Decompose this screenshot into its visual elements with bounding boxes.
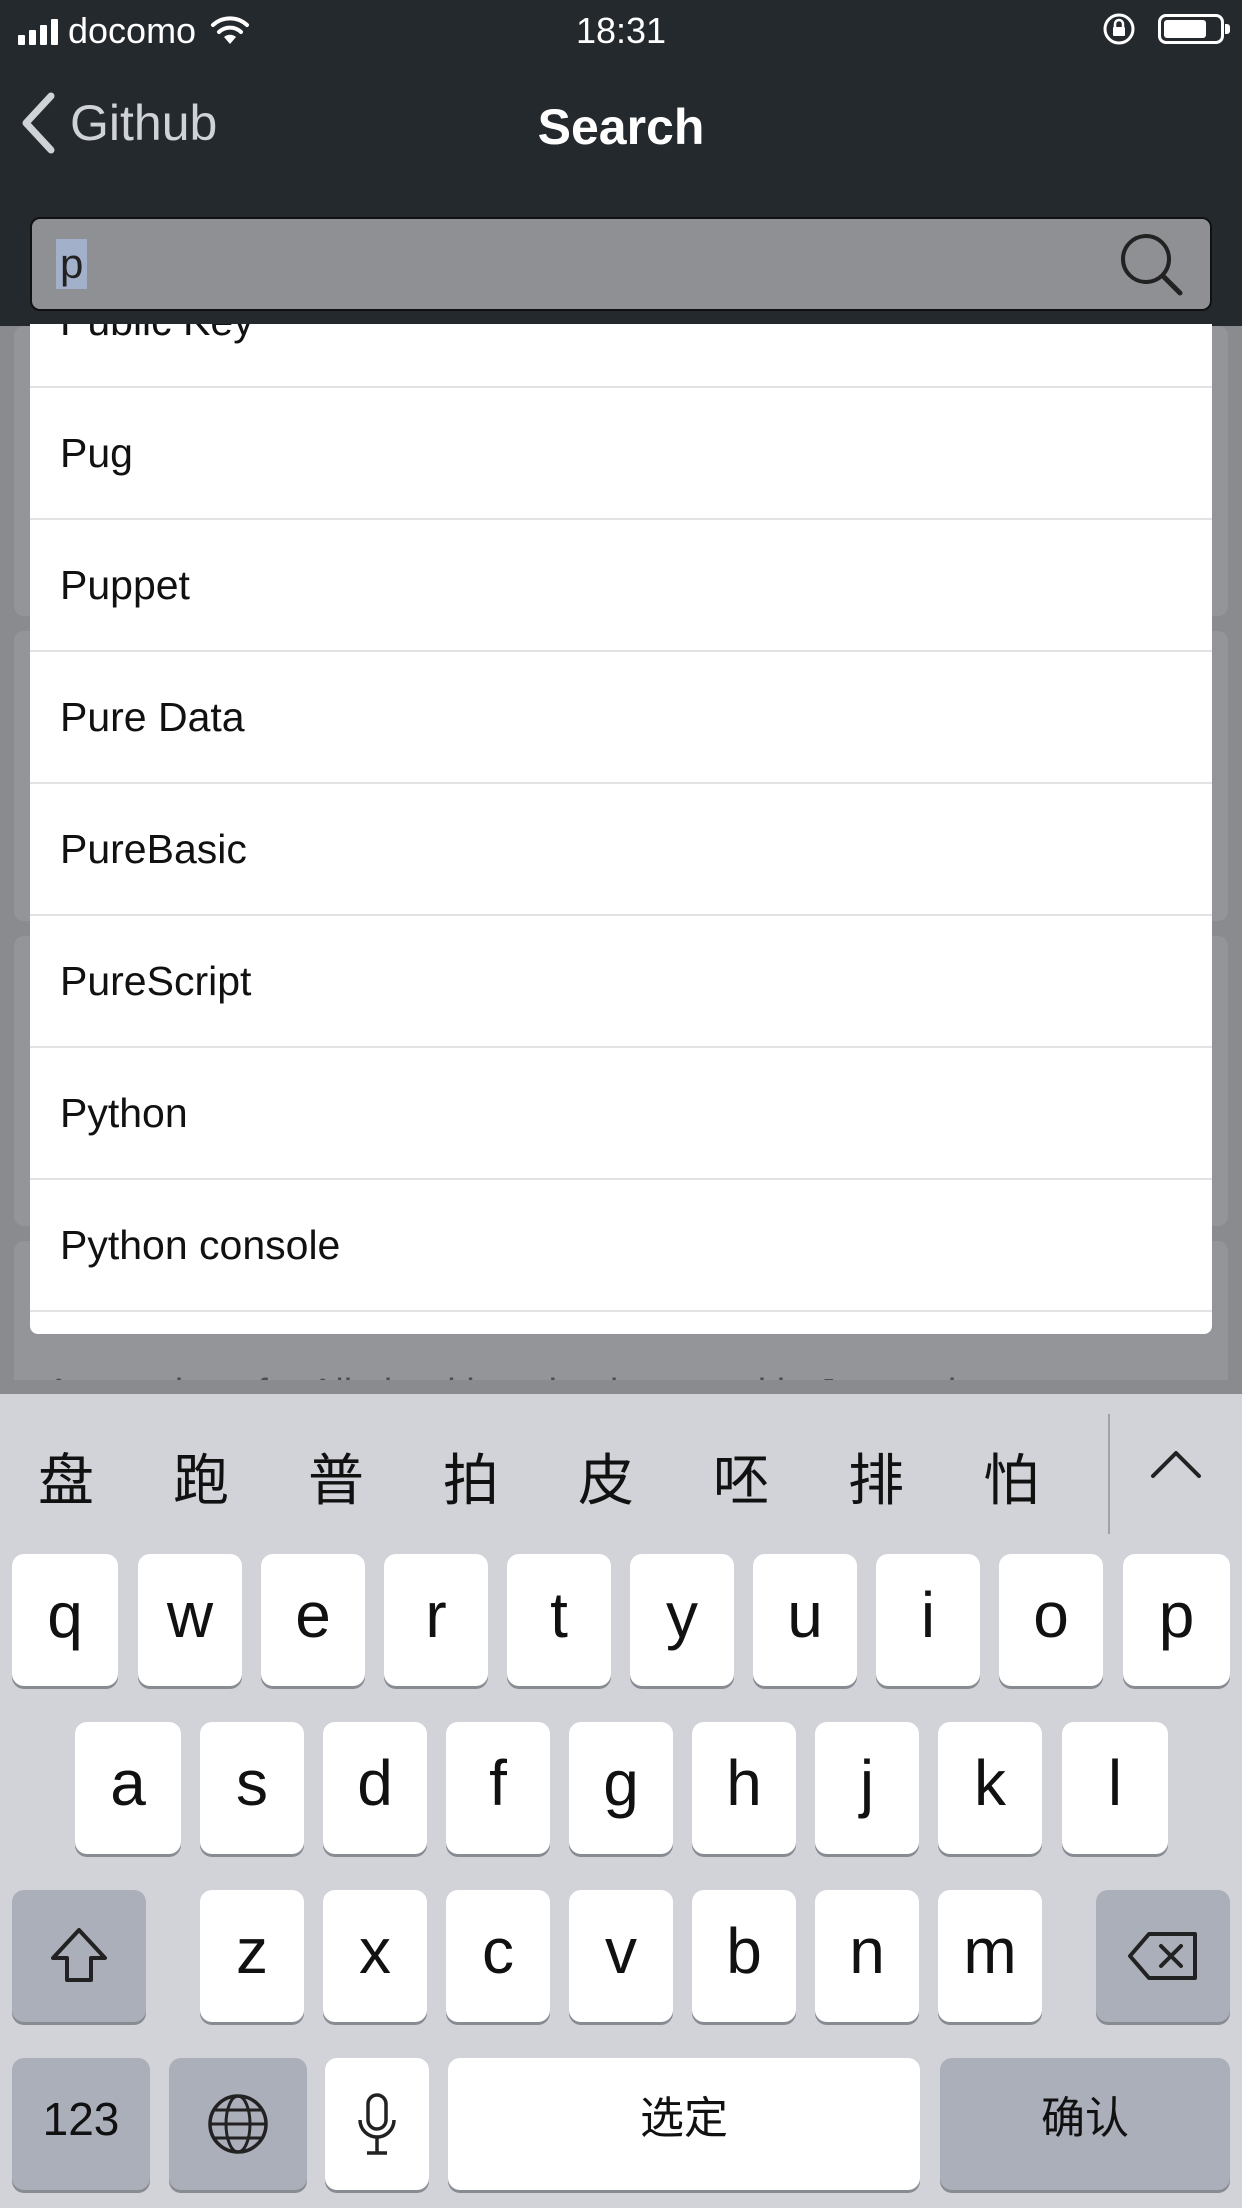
suggestion-item[interactable]: Pug xyxy=(30,388,1212,520)
candidate[interactable]: 普 xyxy=(286,1436,386,1517)
key-x[interactable]: x xyxy=(323,1890,427,2022)
candidate[interactable]: 拍 xyxy=(421,1436,521,1517)
key-label: q xyxy=(47,1579,83,1651)
search-input-value: p xyxy=(56,239,88,289)
suggestion-item[interactable]: PureScript xyxy=(30,916,1212,1048)
key-label: v xyxy=(605,1915,637,1987)
suggestion-item[interactable]: Pure Data xyxy=(30,652,1212,784)
candidate[interactable]: 跑 xyxy=(151,1436,251,1517)
key-n[interactable]: n xyxy=(815,1890,919,2022)
candidate[interactable]: 皮 xyxy=(556,1436,656,1517)
key-h[interactable]: h xyxy=(692,1722,796,1854)
candidate[interactable]: 呸 xyxy=(691,1436,791,1517)
key-label: h xyxy=(726,1747,762,1819)
key-label: 123 xyxy=(42,2093,120,2145)
candidate-bar: 盘 跑 普 拍 皮 呸 排 怕 xyxy=(0,1394,1242,1554)
key-i[interactable]: i xyxy=(876,1554,980,1686)
key-label: x xyxy=(359,1915,391,1987)
key-label: u xyxy=(787,1579,823,1651)
key-l[interactable]: l xyxy=(1062,1722,1168,1854)
key-d[interactable]: d xyxy=(323,1722,427,1854)
key-label: r xyxy=(425,1579,447,1651)
key-f[interactable]: f xyxy=(446,1722,550,1854)
search-input[interactable]: p xyxy=(30,217,1212,311)
key-label: o xyxy=(1033,1579,1069,1651)
return-key[interactable]: 确认 xyxy=(940,2058,1230,2190)
key-label: z xyxy=(236,1915,268,1987)
key-s[interactable]: s xyxy=(200,1722,304,1854)
key-label: k xyxy=(974,1747,1006,1819)
key-label: 选定 xyxy=(640,2093,728,2144)
key-label: s xyxy=(236,1747,268,1819)
status-bar: docomo 18:31 xyxy=(0,0,1242,62)
key-q[interactable]: q xyxy=(12,1554,118,1686)
key-a[interactable]: a xyxy=(75,1722,181,1854)
key-label: c xyxy=(482,1915,514,1987)
key-b[interactable]: b xyxy=(692,1890,796,2022)
key-y[interactable]: y xyxy=(630,1554,734,1686)
candidate[interactable]: 盘 xyxy=(16,1436,116,1517)
key-r[interactable]: r xyxy=(384,1554,488,1686)
key-w[interactable]: w xyxy=(138,1554,242,1686)
key-label: m xyxy=(963,1915,1017,1987)
key-label: b xyxy=(726,1915,762,1987)
battery-icon xyxy=(1158,14,1230,44)
key-label: l xyxy=(1107,1747,1123,1819)
key-label: y xyxy=(666,1579,698,1651)
shift-key[interactable] xyxy=(12,1890,146,2022)
delete-key[interactable] xyxy=(1096,1890,1230,2022)
globe-icon xyxy=(208,2094,268,2154)
suggestion-item[interactable]: Public Key xyxy=(30,324,1212,388)
key-label: j xyxy=(859,1747,875,1819)
key-label: 确认 xyxy=(1041,2093,1129,2144)
key-label: e xyxy=(295,1579,331,1651)
numbers-key[interactable]: 123 xyxy=(12,2058,150,2190)
chevron-up-icon[interactable] xyxy=(1150,1449,1202,1479)
suggestion-item[interactable]: Python xyxy=(30,1048,1212,1180)
key-label: p xyxy=(1158,1579,1195,1651)
suggestion-item[interactable]: Puppet xyxy=(30,520,1212,652)
key-label: w xyxy=(166,1579,214,1651)
key-c[interactable]: c xyxy=(446,1890,550,2022)
key-z[interactable]: z xyxy=(200,1890,304,2022)
key-u[interactable]: u xyxy=(753,1554,857,1686)
page-title: Search xyxy=(537,99,705,155)
key-m[interactable]: m xyxy=(938,1890,1042,2022)
key-g[interactable]: g xyxy=(569,1722,673,1854)
search-icon[interactable] xyxy=(1118,231,1184,297)
candidate[interactable]: 怕 xyxy=(961,1436,1061,1517)
key-t[interactable]: t xyxy=(507,1554,611,1686)
key-e[interactable]: e xyxy=(261,1554,365,1686)
status-right xyxy=(1102,12,1230,46)
key-o[interactable]: o xyxy=(999,1554,1103,1686)
key-k[interactable]: k xyxy=(938,1722,1042,1854)
overlay-strip xyxy=(0,1380,1242,1394)
orientation-lock-icon xyxy=(1103,13,1135,45)
navigation-bar: Github Search xyxy=(0,62,1242,190)
space-key[interactable]: 选定 xyxy=(448,2058,920,2190)
candidate[interactable]: 排 xyxy=(826,1436,926,1517)
candidate-divider xyxy=(1108,1414,1110,1534)
key-label: d xyxy=(357,1747,393,1819)
shift-icon xyxy=(51,1928,107,1982)
key-label: a xyxy=(110,1747,146,1819)
keyboard: 盘 跑 普 拍 皮 呸 排 怕 q w e r t y u i o p a s … xyxy=(0,1394,1242,2208)
key-label: t xyxy=(550,1579,568,1651)
key-label: f xyxy=(489,1747,507,1819)
key-v[interactable]: v xyxy=(569,1890,673,2022)
clock: 18:31 xyxy=(575,10,667,51)
key-j[interactable]: j xyxy=(815,1722,919,1854)
key-label: n xyxy=(849,1915,885,1987)
key-label: i xyxy=(920,1579,936,1651)
microphone-key[interactable] xyxy=(325,2058,429,2190)
suggestion-item[interactable]: Python console xyxy=(30,1180,1212,1312)
key-label: g xyxy=(603,1747,639,1819)
delete-icon xyxy=(1128,1932,1197,1980)
suggestion-item[interactable]: PureBasic xyxy=(30,784,1212,916)
globe-key[interactable] xyxy=(169,2058,307,2190)
key-p[interactable]: p xyxy=(1123,1554,1230,1686)
microphone-icon xyxy=(358,2093,396,2155)
suggestion-dropdown: Public Key Pug Puppet Pure Data PureBasi… xyxy=(30,324,1212,1334)
